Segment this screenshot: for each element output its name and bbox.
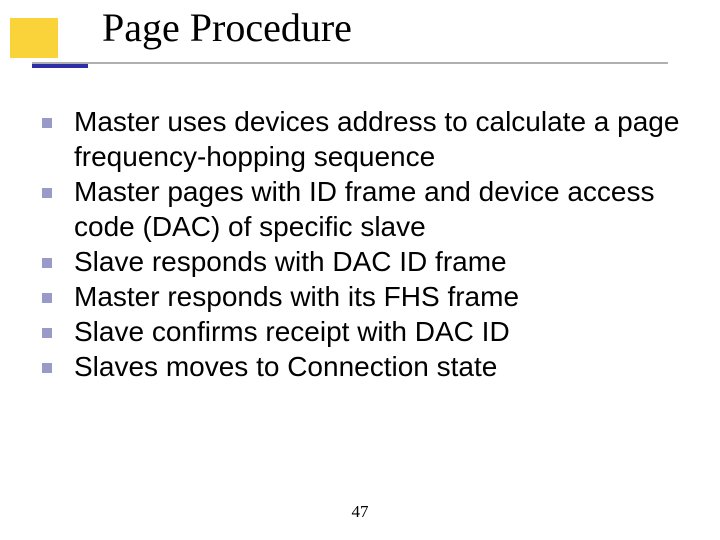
list-item: Master pages with ID frame and device ac… <box>34 174 684 244</box>
title-underline <box>32 62 668 64</box>
bullet-text: Master responds with its FHS frame <box>74 279 519 314</box>
list-item: Slave responds with DAC ID frame <box>34 244 684 279</box>
bullet-text: Slaves moves to Connection state <box>74 349 497 384</box>
list-item: Master uses devices address to calculate… <box>34 104 684 174</box>
bullet-text: Slave confirms receipt with DAC ID <box>74 314 510 349</box>
bullet-text: Master uses devices address to calculate… <box>74 104 684 174</box>
list-item: Slave confirms receipt with DAC ID <box>34 314 684 349</box>
bullet-text: Master pages with ID frame and device ac… <box>74 174 684 244</box>
square-bullet-icon <box>42 188 52 198</box>
list-item: Slaves moves to Connection state <box>34 349 684 384</box>
slide: Page Procedure Master uses devices addre… <box>0 0 720 540</box>
square-bullet-icon <box>42 363 52 373</box>
corner-accent-box <box>10 18 58 58</box>
title-underline-accent <box>32 64 88 68</box>
square-bullet-icon <box>42 258 52 268</box>
page-number: 47 <box>0 502 720 522</box>
bullet-text: Slave responds with DAC ID frame <box>74 244 507 279</box>
body-content: Master uses devices address to calculate… <box>34 104 684 384</box>
square-bullet-icon <box>42 328 52 338</box>
slide-title: Page Procedure <box>102 4 352 51</box>
list-item: Master responds with its FHS frame <box>34 279 684 314</box>
square-bullet-icon <box>42 118 52 128</box>
square-bullet-icon <box>42 293 52 303</box>
